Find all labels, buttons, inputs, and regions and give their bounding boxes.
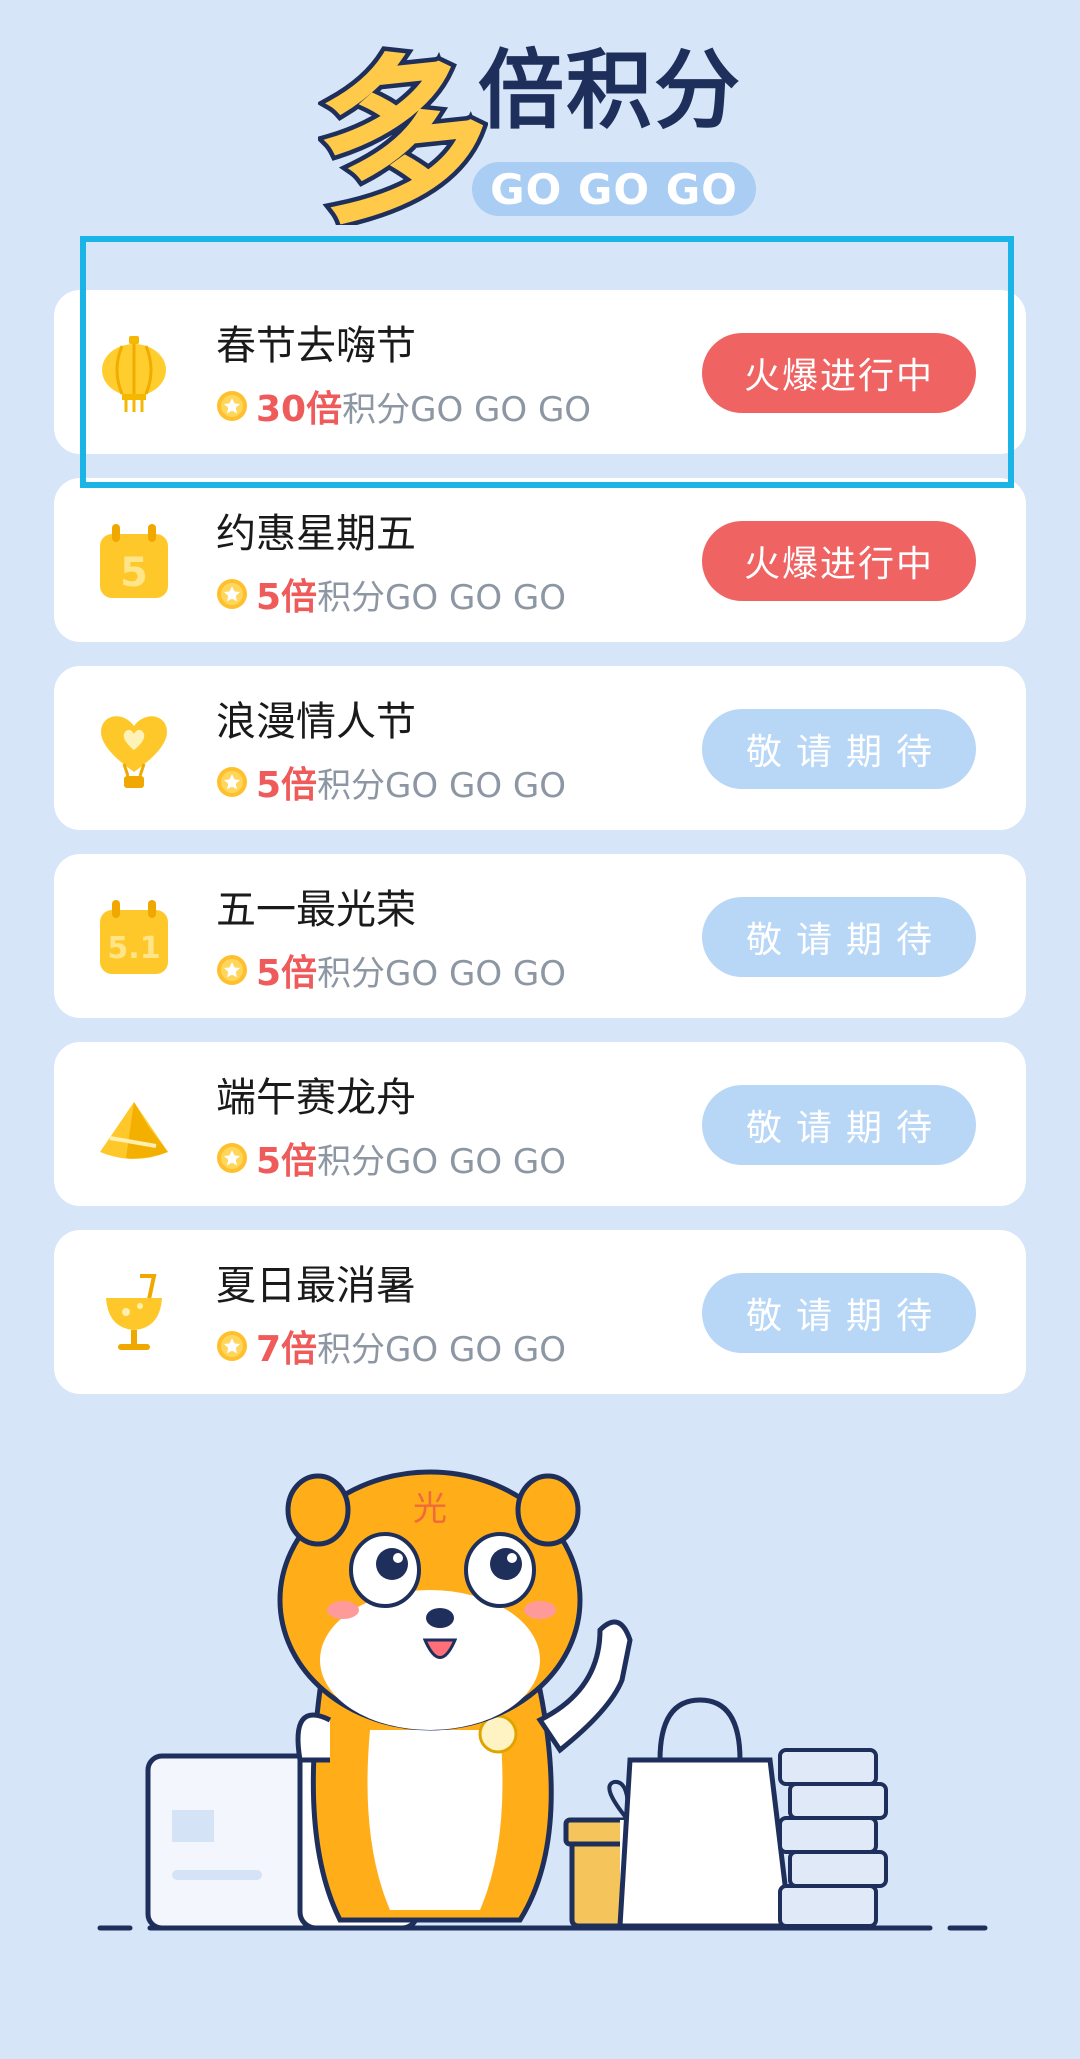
- title-duo-glyph: 多: [318, 40, 488, 225]
- points-suffix: 积分GO GO GO: [342, 389, 592, 430]
- points-multiplier: 5倍: [256, 765, 318, 806]
- activity-name: 端午赛龙舟: [216, 1075, 416, 1121]
- points-suffix: 积分GO GO GO: [317, 577, 567, 618]
- activity-points-line: 5倍 积分GO GO GO: [216, 572, 567, 618]
- points-star-icon: [217, 579, 247, 609]
- points-suffix: 积分GO GO GO: [317, 765, 567, 806]
- points-suffix: 积分GO GO GO: [317, 953, 567, 994]
- page-header: 多 倍积分 GO GO GO: [0, 0, 1080, 240]
- activity-points-line: 5倍 积分GO GO GO: [216, 948, 567, 994]
- activity-points-line: 30倍 积分GO GO GO: [216, 384, 592, 430]
- activity-points-line: 5倍 积分GO GO GO: [216, 760, 567, 806]
- activity-points-line: 7倍 积分GO GO GO: [216, 1324, 567, 1370]
- shopping-bag-icon: [617, 1697, 793, 1929]
- points-star-icon: [217, 955, 247, 985]
- calendar-5-1-icon: 5.1: [100, 900, 168, 974]
- points-suffix: 积分GO GO GO: [317, 1329, 567, 1370]
- points-multiplier: 5倍: [256, 953, 318, 994]
- status-button[interactable]: 火爆进行中: [702, 333, 976, 413]
- calendar-5-icon: 5: [100, 524, 168, 598]
- activity-card-dragon-boat[interactable]: 端午赛龙舟 5倍 积分GO GO GO 敬请期待: [54, 1042, 1026, 1206]
- drink-glass-icon: [106, 1274, 162, 1350]
- activity-name: 五一最光荣: [216, 887, 416, 933]
- svg-text:多: 多: [318, 40, 488, 225]
- activity-points-line: 5倍 积分GO GO GO: [216, 1136, 567, 1182]
- status-button[interactable]: 火爆进行中: [702, 521, 976, 601]
- points-multiplier: 7倍: [256, 1329, 318, 1370]
- page-title: 倍积分: [478, 41, 742, 141]
- lantern-icon: [102, 336, 166, 412]
- points-star-icon: [217, 1143, 247, 1173]
- svg-text:5: 5: [120, 550, 148, 596]
- svg-text:5.1: 5.1: [107, 931, 160, 966]
- activity-card-summer[interactable]: 夏日最消暑 7倍 积分GO GO GO 敬请期待: [54, 1230, 1026, 1394]
- points-suffix: 积分GO GO GO: [317, 1141, 567, 1182]
- heart-balloon-icon: [101, 716, 167, 788]
- activity-card-friday[interactable]: 5 约惠星期五 5倍 积分GO GO GO 火爆进行中: [54, 478, 1026, 642]
- activity-name: 夏日最消暑: [216, 1263, 416, 1309]
- status-button[interactable]: 敬请期待: [702, 1273, 976, 1353]
- zongzi-icon: [100, 1102, 168, 1159]
- activity-name: 浪漫情人节: [216, 699, 416, 745]
- status-button[interactable]: 敬请期待: [702, 1085, 976, 1165]
- points-star-icon: [217, 391, 247, 421]
- activity-card-may-day[interactable]: 5.1 五一最光荣 5倍 积分GO GO GO 敬请期待: [54, 854, 1026, 1018]
- points-multiplier: 5倍: [256, 1141, 318, 1182]
- tiger-mascot-illustration: 光: [97, 1469, 988, 1931]
- activity-card-spring-festival[interactable]: 春节去嗨节 30倍 积分GO GO GO 火爆进行中: [54, 290, 1026, 454]
- svg-text:光: 光: [413, 1489, 447, 1529]
- stacked-boxes-icon: [778, 1748, 888, 1928]
- activity-name: 春节去嗨节: [216, 323, 416, 369]
- points-multiplier: 5倍: [256, 577, 318, 618]
- points-star-icon: [217, 1331, 247, 1361]
- status-button[interactable]: 敬请期待: [702, 897, 976, 977]
- status-button[interactable]: 敬请期待: [702, 709, 976, 789]
- points-multiplier: 30倍: [256, 389, 343, 430]
- title-subtitle-pill: GO GO GO: [472, 162, 756, 216]
- activity-card-valentines[interactable]: 浪漫情人节 5倍 积分GO GO GO 敬请期待: [54, 666, 1026, 830]
- points-star-icon: [217, 767, 247, 797]
- activity-name: 约惠星期五: [216, 511, 416, 557]
